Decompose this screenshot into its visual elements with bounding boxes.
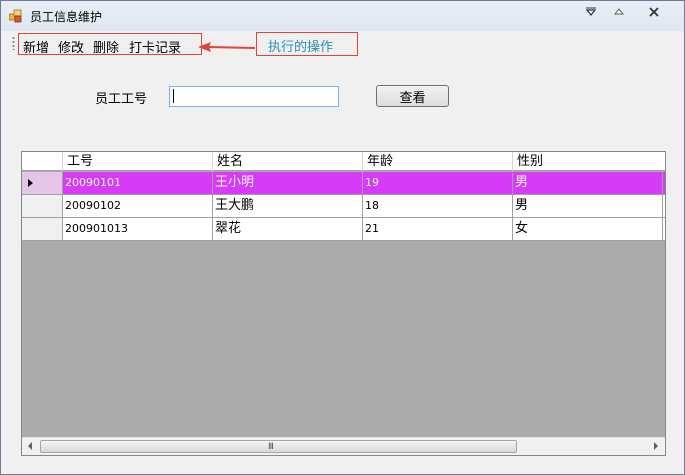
employee-id-label: 员工工号 bbox=[95, 92, 148, 107]
cell-id[interactable]: 20090102 bbox=[63, 195, 213, 217]
cell-gender[interactable]: 男 bbox=[513, 172, 663, 194]
text-caret bbox=[173, 89, 174, 103]
cell-age[interactable]: 19 bbox=[363, 172, 513, 194]
menu-item-delete[interactable]: 删除 bbox=[93, 37, 119, 56]
column-header-age[interactable]: 年龄 bbox=[363, 152, 513, 171]
row-header[interactable] bbox=[22, 195, 63, 217]
app-icon bbox=[9, 9, 22, 23]
scroll-left-icon[interactable] bbox=[28, 442, 32, 450]
annotation-text: 执行的操作 bbox=[268, 40, 334, 55]
dropdown-icon[interactable] bbox=[576, 3, 606, 21]
row-header[interactable] bbox=[22, 172, 63, 194]
app-window: 员工信息维护 新增 修改 删除 打卡记录 执行的操作 员工工号 查看 工号 姓名… bbox=[0, 0, 685, 475]
maximize-icon[interactable] bbox=[604, 3, 634, 21]
column-header-gender[interactable]: 性别 bbox=[513, 152, 665, 171]
current-row-icon bbox=[28, 179, 33, 187]
column-header-name[interactable]: 姓名 bbox=[213, 152, 363, 171]
cell-name[interactable]: 王小明 bbox=[213, 172, 363, 194]
cell-gender[interactable]: 男 bbox=[513, 195, 663, 217]
row-header-corner bbox=[22, 152, 63, 171]
employee-grid[interactable]: 工号 姓名 年龄 性别 20090101 王小明 19 男 20090102 王… bbox=[21, 151, 666, 456]
title-bar: 员工信息维护 bbox=[1, 1, 684, 31]
menu-highlight-box: 新增 修改 删除 打卡记录 bbox=[18, 33, 202, 56]
annotation-box: 执行的操作 bbox=[256, 32, 358, 56]
menu-item-edit[interactable]: 修改 bbox=[58, 37, 84, 56]
cell-age[interactable]: 18 bbox=[363, 195, 513, 217]
row-header[interactable] bbox=[22, 218, 63, 240]
cell-id[interactable]: 20090101 bbox=[63, 172, 213, 194]
window-title: 员工信息维护 bbox=[30, 10, 103, 24]
grid-header: 工号 姓名 年龄 性别 bbox=[22, 152, 665, 171]
cell-age[interactable]: 21 bbox=[363, 218, 513, 240]
menu-item-clock-records[interactable]: 打卡记录 bbox=[129, 37, 181, 56]
table-row[interactable]: 20090101 王小明 19 男 bbox=[22, 172, 665, 195]
scroll-right-icon[interactable] bbox=[654, 442, 658, 450]
table-row[interactable]: 200901013 翠花 21 女 bbox=[22, 218, 665, 241]
table-row[interactable]: 20090102 王大鹏 18 男 bbox=[22, 195, 665, 218]
toolstrip-grip-icon[interactable] bbox=[12, 36, 15, 50]
column-header-id[interactable]: 工号 bbox=[63, 152, 213, 171]
annotation-arrow-icon bbox=[198, 42, 256, 52]
close-icon[interactable] bbox=[639, 3, 669, 21]
cell-name[interactable]: 翠花 bbox=[213, 218, 363, 240]
scrollbar-grip: III bbox=[268, 442, 274, 452]
scrollbar-thumb[interactable]: III bbox=[40, 440, 517, 453]
cell-id[interactable]: 200901013 bbox=[63, 218, 213, 240]
horizontal-scrollbar[interactable]: III bbox=[22, 437, 665, 455]
menu-item-add[interactable]: 新增 bbox=[23, 37, 49, 56]
cell-gender[interactable]: 女 bbox=[513, 218, 663, 240]
view-button[interactable]: 查看 bbox=[376, 85, 449, 107]
employee-id-input[interactable] bbox=[169, 86, 339, 107]
cell-name[interactable]: 王大鹏 bbox=[213, 195, 363, 217]
